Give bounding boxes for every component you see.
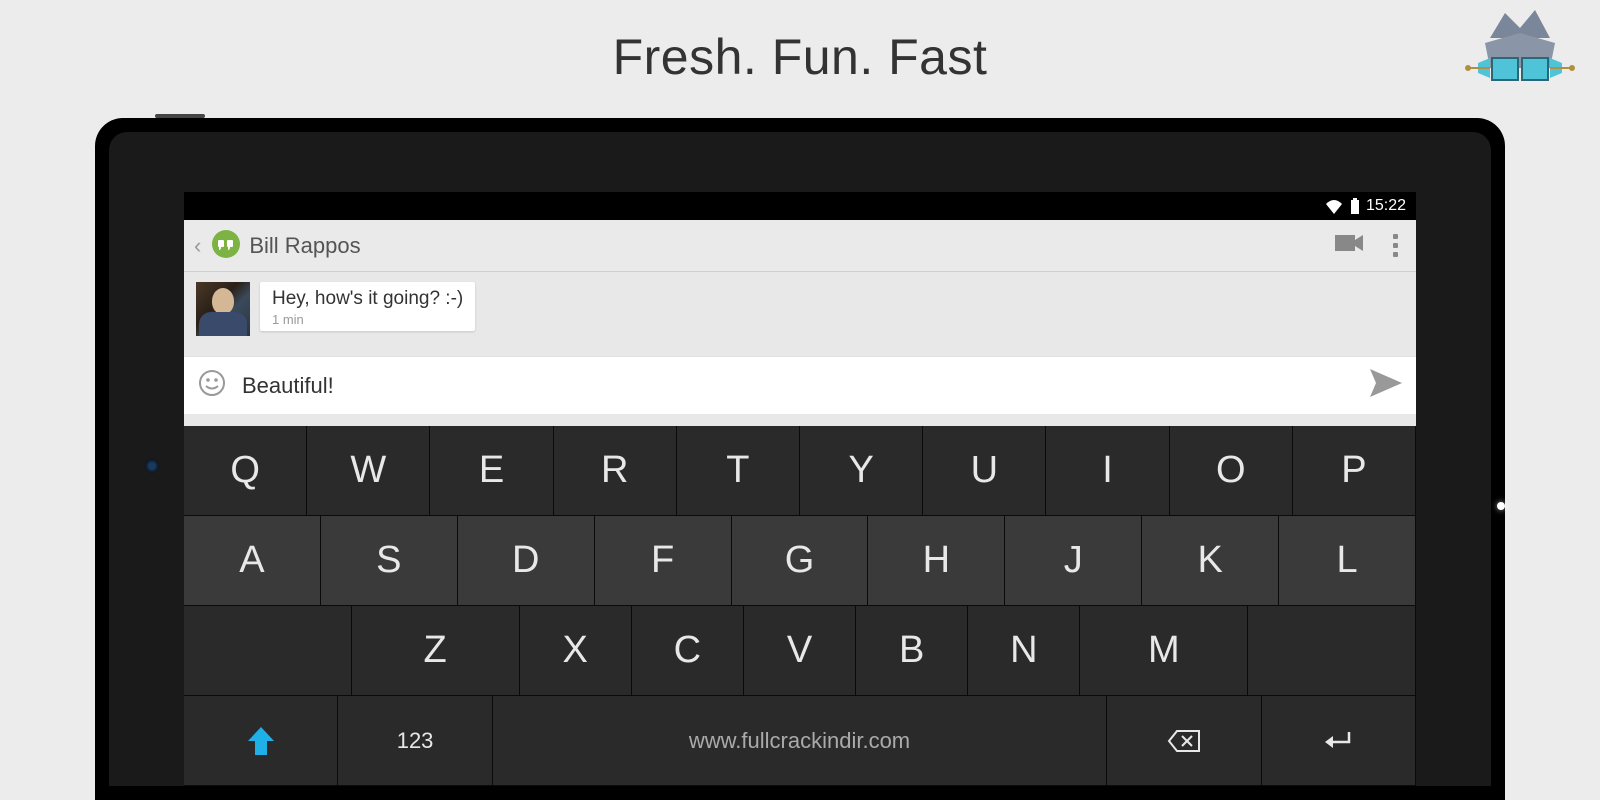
key-blank-left[interactable] [184, 606, 352, 696]
key-c[interactable]: C [632, 606, 744, 696]
mascot-logo [1450, 8, 1590, 118]
backspace-key[interactable] [1107, 696, 1261, 786]
key-s[interactable]: S [321, 516, 458, 606]
tagline: Fresh. Fun. Fast [0, 0, 1600, 86]
key-b[interactable]: B [856, 606, 968, 696]
battery-icon [1350, 198, 1360, 214]
key-q[interactable]: Q [184, 426, 307, 516]
key-v[interactable]: V [744, 606, 856, 696]
overflow-menu-icon[interactable] [1383, 234, 1408, 257]
device-screen: 15:22 ‹ Bill Rappos [184, 192, 1416, 786]
numeric-key[interactable]: 123 [338, 696, 492, 786]
chat-area: Hey, how's it going? :-) 1 min [184, 272, 1416, 346]
contact-name: Bill Rappos [249, 233, 1317, 259]
message-row: Hey, how's it going? :-) 1 min [196, 282, 1404, 336]
tablet-camera [145, 459, 159, 473]
status-bar: 15:22 [184, 192, 1416, 220]
emoji-icon[interactable] [198, 369, 226, 402]
key-row-3: ZXCVBNM [184, 606, 1416, 696]
key-z[interactable]: Z [352, 606, 520, 696]
key-row-2: ASDFGHJKL [184, 516, 1416, 606]
enter-key[interactable] [1262, 696, 1416, 786]
key-e[interactable]: E [430, 426, 553, 516]
message-time: 1 min [272, 312, 463, 327]
key-m[interactable]: M [1080, 606, 1248, 696]
back-icon[interactable]: ‹ [192, 233, 203, 259]
key-d[interactable]: D [458, 516, 595, 606]
key-l[interactable]: L [1279, 516, 1416, 606]
avatar[interactable] [196, 282, 250, 336]
key-j[interactable]: J [1005, 516, 1142, 606]
key-k[interactable]: K [1142, 516, 1279, 606]
key-y[interactable]: Y [800, 426, 923, 516]
hangouts-icon[interactable] [209, 229, 243, 263]
shift-key[interactable] [184, 696, 338, 786]
send-icon[interactable] [1370, 369, 1402, 402]
key-u[interactable]: U [923, 426, 1046, 516]
app-header: ‹ Bill Rappos [184, 220, 1416, 272]
key-x[interactable]: X [520, 606, 632, 696]
spacebar-key[interactable]: www.fullcrackindir.com [493, 696, 1108, 786]
key-row-4: 123 www.fullcrackindir.com [184, 696, 1416, 786]
video-call-icon[interactable] [1317, 233, 1383, 258]
key-a[interactable]: A [184, 516, 321, 606]
keyboard: QWERTYUIOP ASDFGHJKL ZXCVBNM 123 www.ful… [184, 426, 1416, 786]
key-g[interactable]: G [732, 516, 869, 606]
message-text: Hey, how's it going? :-) [272, 288, 463, 310]
key-blank-right[interactable] [1248, 606, 1416, 696]
key-i[interactable]: I [1046, 426, 1169, 516]
key-w[interactable]: W [307, 426, 430, 516]
key-p[interactable]: P [1293, 426, 1416, 516]
key-r[interactable]: R [554, 426, 677, 516]
key-row-1: QWERTYUIOP [184, 426, 1416, 516]
key-t[interactable]: T [677, 426, 800, 516]
power-led [1497, 502, 1505, 510]
key-h[interactable]: H [868, 516, 1005, 606]
key-o[interactable]: O [1170, 426, 1293, 516]
compose-bar: Beautiful! [184, 356, 1416, 414]
message-bubble: Hey, how's it going? :-) 1 min [260, 282, 475, 331]
compose-input[interactable]: Beautiful! [242, 373, 1370, 399]
key-n[interactable]: N [968, 606, 1080, 696]
status-time: 15:22 [1366, 197, 1406, 215]
key-f[interactable]: F [595, 516, 732, 606]
wifi-icon [1324, 198, 1344, 214]
tablet-frame: 15:22 ‹ Bill Rappos [95, 118, 1505, 800]
